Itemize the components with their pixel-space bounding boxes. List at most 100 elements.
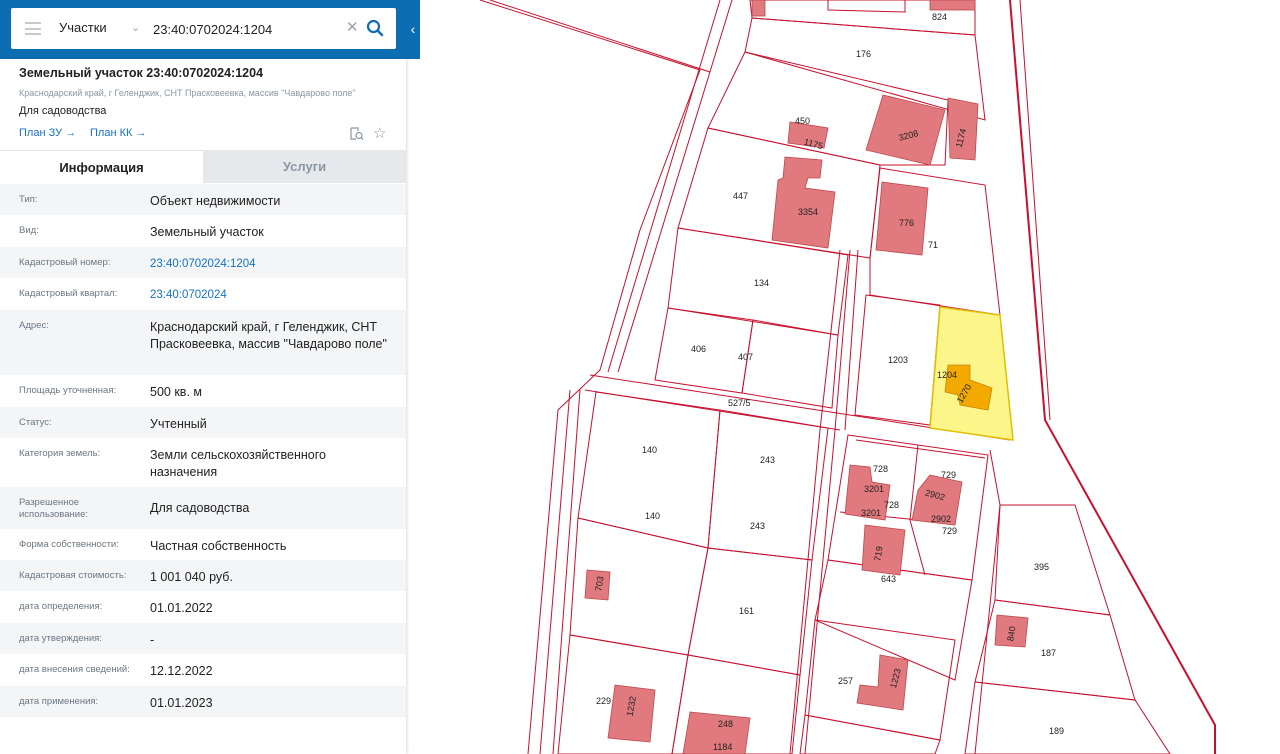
building-label: 3354 [798,207,818,217]
info-label: Адрес: [19,320,49,331]
parcel [855,439,986,459]
info-label: Вид: [19,225,39,236]
building [929,0,976,11]
info-row: Форма собственности: Частная собственнос… [0,529,406,560]
parcel-label: 134 [754,278,769,288]
building-label: 729 [941,470,956,480]
document-search-icon[interactable] [349,126,364,141]
info-row: Площадь уточненная: 500 кв. м [0,375,406,407]
road-edge [1009,0,1216,754]
info-row: Кадастровая стоимость: 1 001 040 руб. [0,560,406,591]
building-label: 3201 [864,484,884,494]
building-label: 2902 [931,514,951,524]
info-row: Вид: Земельный участок [0,215,406,247]
info-value: 500 кв. м [150,385,202,399]
info-label: дата применения: [19,696,99,707]
parcel-label: 71 [928,240,938,250]
parcel [799,714,941,754]
road-edge [607,0,721,373]
plan-kk-link[interactable]: План КК → [90,127,146,139]
object-panel: Земельный участок 23:40:0702024:1204 Кра… [0,59,406,754]
info-label: дата утверждения: [19,633,102,644]
info-row: Тип: Объект недвижимости [0,184,406,215]
layer-select[interactable]: Участки [59,20,107,35]
parcel-label: 248 [718,719,733,729]
parcel-label: 395 [1034,562,1049,572]
search-box[interactable]: Участки ⌄ ✕ [11,8,396,49]
info-label: Форма собственности: [19,539,119,550]
parcel-label: 450 [795,116,810,126]
info-value: 01.01.2023 [150,696,213,710]
info-value: Частная собственность [150,539,287,553]
info-value: Земли сельскохозяйственного назначения [150,448,326,479]
info-label: Статус: [19,417,52,428]
info-label: Тип: [19,194,38,205]
menu-icon[interactable] [25,22,41,35]
info-label: Кадастровый квартал: [19,288,118,299]
chevron-down-icon[interactable]: ⌄ [131,21,143,34]
parcel-label: 257 [838,676,853,686]
search-bar: Участки ⌄ ✕ ‹ [0,0,420,59]
info-row: дата внесения сведений: 12.12.2022 [0,654,406,686]
info-row: Кадастровый квартал: 23:40:0702024 [0,278,406,310]
info-value: 1 001 040 руб. [150,570,233,584]
info-row: дата утверждения: - [0,623,406,654]
info-row: Адрес: Краснодарский край, г Геленджик, … [0,310,406,375]
tab-information[interactable]: Информация [0,150,203,184]
plan-zu-link[interactable]: План ЗУ → [19,127,76,139]
building [771,156,836,249]
parcel-label: 229 [596,696,611,706]
info-table: Тип: Объект недвижимости Вид: Земельный … [0,184,406,717]
info-label: Разрешенное использование: [19,497,89,520]
building-label: 776 [899,218,914,228]
road-edge [1019,0,1051,421]
info-label: дата внесения сведений: [19,664,130,675]
info-value: 01.01.2022 [150,601,213,615]
info-label: дата определения: [19,601,103,612]
boundary-line [479,0,701,754]
favorite-star-icon[interactable]: ☆ [373,124,386,142]
info-row: дата определения: 01.01.2022 [0,591,406,623]
object-title: Земельный участок 23:40:0702024:1204 [19,66,264,80]
info-label: Кадастровая стоимость: [19,570,127,581]
parcel-label: 824 [932,12,947,22]
road-edge [617,0,733,373]
parcel-label: 643 [881,574,896,584]
building-label: 3201 [861,508,881,518]
building-label: 728 [873,464,888,474]
building [751,0,766,17]
object-address: Краснодарский край, г Геленджик, СНТ Пра… [19,88,356,98]
info-label: Кадастровый номер: [19,257,111,268]
search-icon[interactable] [366,19,384,37]
info-value: Объект недвижимости [150,194,281,208]
tab-services[interactable]: Услуги [203,150,406,183]
info-row: дата применения: 01.01.2023 [0,686,406,717]
parcel [827,0,906,13]
info-value: Земельный участок [150,225,264,239]
parcel-label: 243 [760,455,775,465]
parcel-label: 140 [642,445,657,455]
boundary-line [489,0,711,73]
road-edge [552,389,581,754]
info-label: Площадь уточненная: [19,385,117,396]
search-input[interactable] [153,19,343,39]
collapse-panel-button[interactable]: ‹ [406,12,420,46]
info-value: - [150,633,155,647]
parcel-label: 406 [691,344,706,354]
cadastral-quarter-link[interactable]: 23:40:0702024 [150,287,395,304]
road-edge [589,374,851,416]
parcel-label: 1203 [888,355,908,365]
building-label: 728 [884,500,899,510]
info-value: 12.12.2022 [150,664,213,678]
info-label: Категория земель: [19,448,101,459]
parcel-label: 729 [942,526,957,536]
parcel-label: 161 [739,606,754,616]
parcel-label: 140 [645,511,660,521]
parcel [964,681,1171,754]
cadastral-number-link[interactable]: 23:40:0702024:1204 [150,256,395,273]
parcel-label: 243 [750,521,765,531]
parcel [974,449,1001,754]
close-icon[interactable]: ✕ [346,18,359,36]
parcel-label: 187 [1041,648,1056,658]
selected-parcel-label: 1204 [937,370,957,380]
